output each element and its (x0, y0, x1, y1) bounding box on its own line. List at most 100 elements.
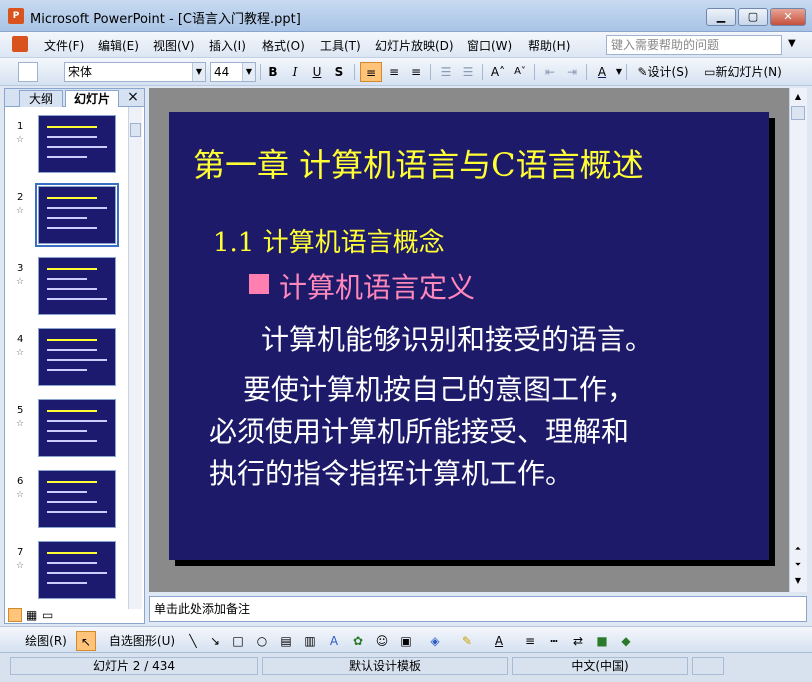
increase-indent-icon[interactable]: ⇥ (562, 62, 582, 82)
font-color-icon[interactable]: A (488, 631, 510, 651)
slide-sorter-icon[interactable]: ▦ (26, 608, 37, 622)
slide-body-line[interactable]: 计算机能够识别和接受的语言。 (261, 318, 653, 358)
chevron-down-icon[interactable]: ▼ (192, 63, 205, 81)
powerpoint-app-icon[interactable]: P (8, 8, 24, 24)
menu-edit[interactable]: 编辑(E) (98, 37, 139, 54)
close-window-button[interactable]: ✕ (770, 8, 806, 26)
scroll-up-icon[interactable]: ▲ (791, 90, 805, 104)
arrow-style-icon[interactable]: ⇄ (568, 631, 588, 651)
document-icon[interactable] (12, 36, 28, 52)
menu-window[interactable]: 窗口(W) (467, 37, 512, 54)
close-icon[interactable]: × (125, 89, 141, 105)
slideshow-icon[interactable]: ▭ (42, 608, 53, 622)
scroll-thumb[interactable] (791, 106, 805, 120)
picture-icon[interactable]: ▣ (396, 631, 416, 651)
scroll-thumb[interactable] (130, 123, 141, 137)
new-slide-button[interactable]: ▭新幻灯片(N) (698, 62, 788, 82)
chevron-down-icon[interactable]: ▼ (242, 63, 255, 81)
next-slide-icon[interactable]: ⏷ (791, 558, 805, 572)
panel-scrollbar[interactable] (128, 107, 142, 609)
thumbnail-text-line (47, 501, 97, 503)
previous-slide-icon[interactable]: ⏶ (791, 542, 805, 556)
slide-scrollbar[interactable]: ▲ ⏶ ⏷ ▼ (789, 88, 807, 592)
wordart-icon[interactable]: A (324, 631, 344, 651)
tab-outline[interactable]: 大纲 (19, 90, 63, 107)
slide-thumbnail[interactable] (38, 115, 116, 173)
dash-style-icon[interactable]: ┅ (544, 631, 564, 651)
slide-thumbnail[interactable] (38, 470, 116, 528)
menu-insert[interactable]: 插入(I) (209, 37, 246, 54)
new-document-icon[interactable] (18, 62, 38, 82)
slide-thumbnail[interactable] (38, 399, 116, 457)
align-center-icon[interactable]: ≡ (384, 62, 404, 82)
numbering-icon[interactable]: ☰ (436, 62, 456, 82)
align-left-icon[interactable]: ≡ (360, 62, 382, 82)
menu-bar: 文件(F) 编辑(E) 视图(V) 插入(I) 格式(O) 工具(T) 幻灯片放… (0, 32, 812, 58)
slide-body-line[interactable]: 要使计算机按自己的意图工作， (243, 368, 635, 408)
decrease-font-icon[interactable]: A˅ (510, 62, 530, 82)
scroll-down-icon[interactable]: ▼ (791, 574, 805, 588)
diagram-icon[interactable]: ✿ (348, 631, 368, 651)
slide-subtitle[interactable]: 1.1 计算机语言概念 (213, 222, 445, 259)
oval-tool-icon[interactable]: ○ (252, 631, 272, 651)
shadow-button[interactable]: S (330, 62, 348, 82)
line-tool-icon[interactable]: ╲ (184, 631, 202, 651)
slide-body-line[interactable]: 执行的指令指挥计算机工作。 (209, 452, 573, 492)
slide-thumbnail[interactable] (35, 183, 119, 247)
select-pointer-icon[interactable]: ↖ (76, 631, 96, 651)
font-size-combo[interactable]: 44 ▼ (210, 62, 256, 82)
thumbnail-text-line (47, 298, 107, 300)
bullets-icon[interactable]: ☰ (458, 62, 478, 82)
rectangle-tool-icon[interactable]: □ (228, 631, 248, 651)
slide-definition[interactable]: 计算机语言定义 (279, 266, 475, 306)
thumbnail-text-line (47, 359, 107, 361)
arrow-tool-icon[interactable]: ↘ (206, 631, 224, 651)
chevron-down-icon[interactable]: ▼ (614, 62, 624, 82)
slide-title[interactable]: 第一章 计算机语言与C语言概述 (193, 140, 644, 186)
thumbnail-text-line (47, 268, 97, 270)
design-button[interactable]: ✎设计(S) (632, 62, 694, 82)
menu-help[interactable]: 帮助(H) (528, 37, 570, 54)
menu-tools[interactable]: 工具(T) (320, 37, 361, 54)
notes-pane[interactable]: 单击此处添加备注 (149, 596, 807, 622)
slide-thumbnail[interactable] (38, 541, 116, 599)
slides-panel: 大纲 幻灯片 × 1 ☆ 2 ☆ 3 ☆ 4 ☆ 5 ☆ 6 ☆ 7 ☆ (4, 88, 145, 624)
underline-button[interactable]: U (308, 62, 326, 82)
tab-slides[interactable]: 幻灯片 (65, 90, 119, 107)
maximize-button[interactable]: ▢ (738, 8, 768, 26)
help-dropdown-icon[interactable]: ▼ (788, 38, 796, 49)
increase-font-icon[interactable]: A˄ (488, 62, 508, 82)
menu-slideshow[interactable]: 幻灯片放映(D) (375, 37, 454, 54)
menu-view[interactable]: 视图(V) (153, 37, 195, 54)
clipart-icon[interactable]: ☺ (372, 631, 392, 651)
slide-body-line[interactable]: 必须使用计算机所能接受、理解和 (209, 410, 629, 450)
line-style-icon[interactable]: ≡ (520, 631, 540, 651)
bold-button[interactable]: B (264, 62, 282, 82)
italic-button[interactable]: I (286, 62, 304, 82)
decrease-indent-icon[interactable]: ⇤ (540, 62, 560, 82)
slide-thumbnail[interactable] (38, 328, 116, 386)
title-bar: P Microsoft PowerPoint - [C语言入门教程.ppt] ▁… (0, 0, 812, 32)
line-color-icon[interactable]: ✎ (456, 631, 478, 651)
minimize-button[interactable]: ▁ (706, 8, 736, 26)
current-slide[interactable]: 第一章 计算机语言与C语言概述 1.1 计算机语言概念 计算机语言定义 计算机能… (169, 112, 769, 560)
animation-star-icon: ☆ (16, 419, 25, 429)
help-search-input[interactable]: 键入需要帮助的问题 (606, 35, 782, 55)
menu-format[interactable]: 格式(O) (262, 37, 305, 54)
vertical-textbox-icon[interactable]: ▥ (300, 631, 320, 651)
draw-menu-button[interactable]: 绘图(R) (18, 631, 74, 651)
normal-view-icon[interactable] (8, 608, 22, 622)
fill-color-icon[interactable]: ◈ (424, 631, 446, 651)
font-color-icon[interactable]: A (592, 62, 612, 82)
autoshapes-button[interactable]: 自选图形(U) (104, 631, 180, 651)
align-right-icon[interactable]: ≡ (406, 62, 426, 82)
font-combo[interactable]: 宋体 ▼ (64, 62, 206, 82)
textbox-tool-icon[interactable]: ▤ (276, 631, 296, 651)
menu-file[interactable]: 文件(F) (44, 37, 84, 54)
status-bar: 幻灯片 2 / 434 默认设计模板 中文(中国) (0, 652, 812, 682)
shadow-style-icon[interactable]: ■ (592, 631, 612, 651)
slide-thumbnail[interactable] (38, 257, 116, 315)
design-template-name[interactable]: 默认设计模板 (262, 657, 508, 675)
thumbnail-text-line (47, 227, 97, 229)
3d-style-icon[interactable]: ◆ (616, 631, 636, 651)
